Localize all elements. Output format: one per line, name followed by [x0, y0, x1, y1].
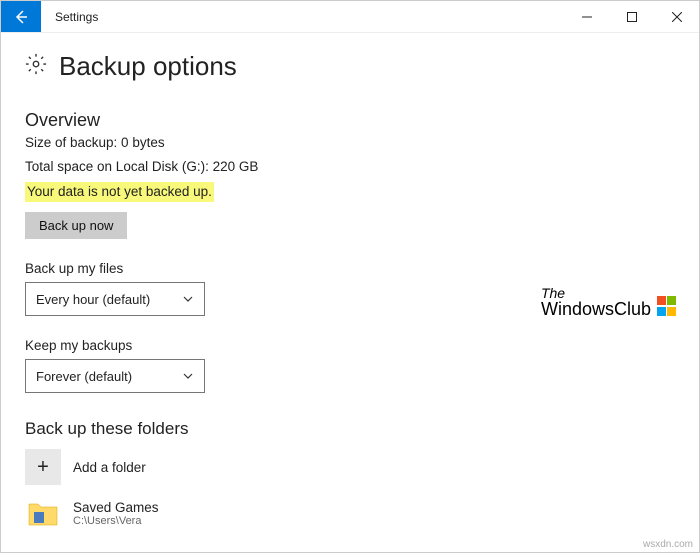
folders-heading: Back up these folders: [25, 419, 675, 439]
minimize-icon: [582, 12, 592, 22]
minimize-button[interactable]: [564, 1, 609, 32]
back-button[interactable]: [1, 1, 41, 32]
maximize-button[interactable]: [609, 1, 654, 32]
folder-icon: [25, 495, 61, 531]
window-controls: [564, 1, 699, 32]
retention-value: Forever (default): [36, 369, 132, 384]
watermark: The WindowsClub: [541, 286, 677, 318]
windows-logo-icon: [657, 296, 677, 316]
close-icon: [672, 12, 682, 22]
backup-size-text: Size of backup: 0 bytes: [25, 133, 675, 153]
gear-icon: [25, 53, 47, 81]
maximize-icon: [627, 12, 637, 22]
retention-dropdown[interactable]: Forever (default): [25, 359, 205, 393]
folder-name: Saved Games: [73, 500, 159, 515]
add-folder-label: Add a folder: [73, 460, 146, 475]
backup-now-button[interactable]: Back up now: [25, 212, 127, 239]
page-title: Backup options: [59, 51, 237, 82]
watermark-line1: The: [541, 286, 651, 300]
folder-item[interactable]: Saved Games C:\Users\Vera: [25, 495, 675, 531]
folder-path: C:\Users\Vera: [73, 515, 159, 527]
titlebar: Settings: [1, 1, 699, 33]
chevron-down-icon: [182, 370, 194, 382]
folder-text: Saved Games C:\Users\Vera: [73, 500, 159, 527]
frequency-dropdown[interactable]: Every hour (default): [25, 282, 205, 316]
arrow-left-icon: [13, 9, 29, 25]
frequency-label: Back up my files: [25, 261, 675, 276]
attribution-text: wsxdn.com: [643, 539, 693, 550]
window-title: Settings: [41, 1, 564, 32]
plus-icon: +: [25, 449, 61, 485]
total-space-text: Total space on Local Disk (G:): 220 GB: [25, 157, 675, 177]
add-folder-button[interactable]: + Add a folder: [25, 449, 675, 485]
close-button[interactable]: [654, 1, 699, 32]
backup-status-text: Your data is not yet backed up.: [25, 182, 214, 203]
overview-heading: Overview: [25, 110, 675, 131]
watermark-line2: WindowsClub: [541, 300, 651, 318]
retention-group: Keep my backups Forever (default): [25, 338, 675, 393]
chevron-down-icon: [182, 293, 194, 305]
page-title-row: Backup options: [25, 51, 675, 82]
frequency-value: Every hour (default): [36, 292, 150, 307]
backup-status-row: Your data is not yet backed up.: [25, 182, 675, 203]
retention-label: Keep my backups: [25, 338, 675, 353]
